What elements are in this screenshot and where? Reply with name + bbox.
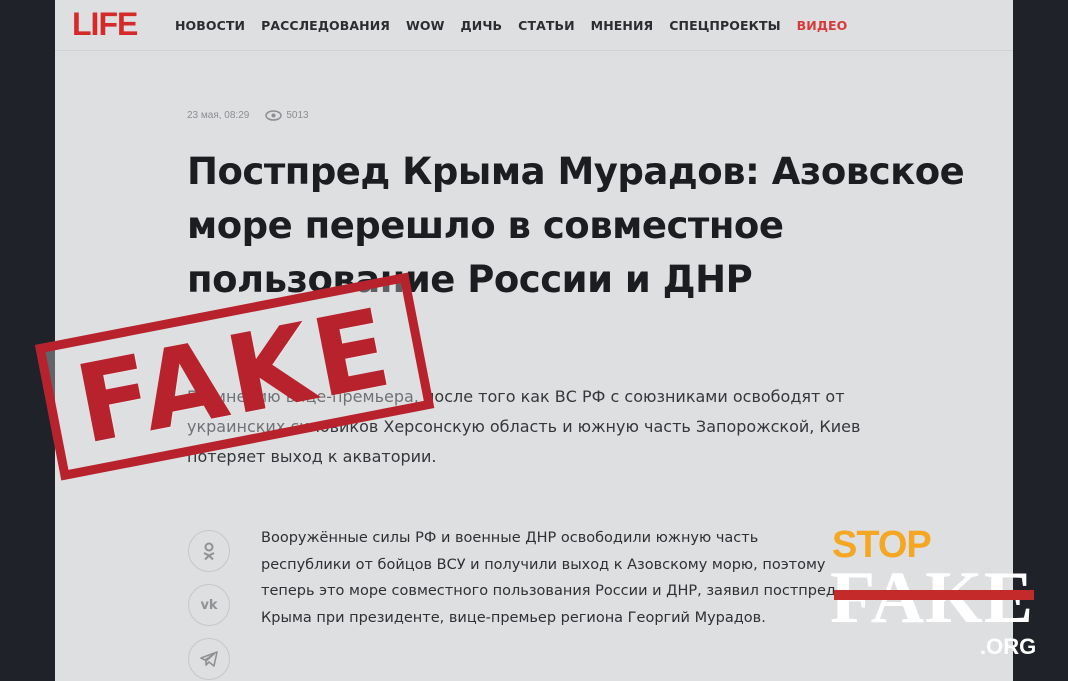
nav-item-video[interactable]: ВИДЕО — [797, 18, 848, 33]
article-headline: Постпред Крыма Мурадов: Азовское море пе… — [187, 150, 965, 301]
nav-item-opinions[interactable]: МНЕНИЯ — [591, 18, 654, 33]
stopfake-watermark: STOP FAKE .ORG — [830, 524, 1040, 664]
view-count: 5013 — [265, 110, 309, 121]
nav-item-investigations[interactable]: РАССЛЕДОВАНИЯ — [261, 18, 390, 33]
telegram-icon[interactable] — [188, 638, 230, 680]
stopfake-strike-bar — [834, 590, 1034, 600]
share-buttons: vk — [188, 530, 230, 680]
stopfake-org-text: .ORG — [980, 634, 1037, 659]
nav-item-articles[interactable]: СТАТЬИ — [518, 18, 575, 33]
view-count-value: 5013 — [286, 110, 309, 121]
odnoklassniki-icon[interactable] — [188, 530, 230, 572]
nav-item-special-projects[interactable]: СПЕЦПРОЕКТЫ — [669, 18, 780, 33]
eye-icon — [265, 110, 283, 121]
nav-item-news[interactable]: НОВОСТИ — [175, 18, 245, 33]
article-date: 23 мая, 08:29 — [187, 110, 250, 121]
site-logo[interactable]: LIFE — [72, 6, 138, 43]
nav-item-dich[interactable]: ДИЧЬ — [461, 18, 503, 33]
article-body: Вооружённые силы РФ и военные ДНР освобо… — [261, 530, 836, 626]
nav-item-wow[interactable]: WOW — [406, 18, 445, 33]
site-header: LIFE НОВОСТИ РАССЛЕДОВАНИЯ WOW ДИЧЬ СТАТ… — [55, 0, 1013, 51]
main-nav: НОВОСТИ РАССЛЕДОВАНИЯ WOW ДИЧЬ СТАТЬИ МН… — [175, 18, 847, 33]
article-meta: 23 мая, 08:29 5013 — [187, 110, 309, 121]
vk-icon[interactable]: vk — [188, 584, 230, 626]
